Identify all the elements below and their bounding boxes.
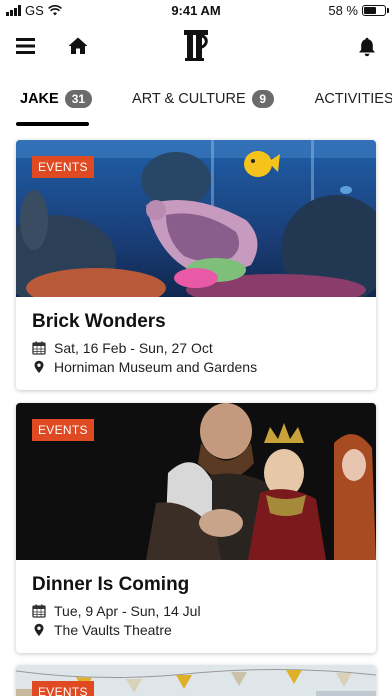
event-image: EVENTS bbox=[16, 403, 376, 560]
event-title: Brick Wonders bbox=[32, 311, 166, 332]
event-venue: The Vaults Theatre bbox=[54, 621, 172, 638]
active-tab-indicator bbox=[16, 122, 89, 126]
calendar-icon bbox=[32, 341, 46, 355]
event-card[interactable]: EVENTS bbox=[16, 665, 376, 696]
event-image: EVENTS bbox=[16, 140, 376, 297]
event-dates-row: Tue, 9 Apr - Sun, 14 Jul bbox=[32, 601, 360, 620]
event-title: Dinner Is Coming bbox=[32, 574, 190, 595]
status-bar: GS 9:41 AM 58 % bbox=[0, 0, 392, 22]
home-icon[interactable] bbox=[68, 37, 88, 55]
battery-percent: 58 % bbox=[328, 3, 358, 18]
tab-label: ACTIVITIES bbox=[314, 91, 392, 107]
card-body: Brick Wonders Sat, 16 Feb - Sun, 27 Oct … bbox=[16, 297, 376, 390]
location-pin-icon bbox=[34, 360, 44, 373]
calendar-icon bbox=[32, 604, 46, 618]
event-venue-row: Horniman Museum and Gardens bbox=[32, 357, 360, 376]
events-badge: EVENTS bbox=[32, 156, 94, 178]
event-venue: Horniman Museum and Gardens bbox=[54, 358, 258, 375]
event-dates: Tue, 9 Apr - Sun, 14 Jul bbox=[54, 602, 201, 619]
event-dates: Sat, 16 Feb - Sun, 27 Oct bbox=[54, 339, 213, 356]
event-dates-row: Sat, 16 Feb - Sun, 27 Oct bbox=[32, 338, 360, 357]
tab-label: ART & CULTURE bbox=[132, 91, 246, 107]
tab-jake[interactable]: JAKE 31 bbox=[20, 82, 93, 116]
tab-count-badge: 9 bbox=[251, 90, 274, 108]
events-badge: EVENTS bbox=[32, 681, 94, 696]
location-pin-icon bbox=[34, 623, 44, 636]
time-out-logo-icon[interactable] bbox=[184, 30, 208, 62]
status-right: 58 % bbox=[328, 3, 389, 18]
bell-icon[interactable] bbox=[358, 37, 376, 57]
card-body: Dinner Is Coming Tue, 9 Apr - Sun, 14 Ju… bbox=[16, 560, 376, 653]
app-header bbox=[0, 22, 392, 76]
tab-label: JAKE bbox=[20, 91, 59, 107]
hamburger-menu-icon[interactable] bbox=[16, 37, 36, 55]
event-card[interactable]: EVENTS Brick Wonders Sat, 16 Feb - Sun, … bbox=[16, 140, 376, 390]
events-badge: EVENTS bbox=[32, 419, 94, 441]
tab-count-badge: 31 bbox=[64, 90, 93, 108]
event-card[interactable]: EVENTS Dinner Is Coming Tue, 9 Apr - Sun… bbox=[16, 403, 376, 653]
tab-activities[interactable]: ACTIVITIES 6 bbox=[315, 82, 392, 116]
event-venue-row: The Vaults Theatre bbox=[32, 620, 360, 639]
tab-art-culture[interactable]: ART & CULTURE 9 bbox=[132, 82, 274, 116]
event-image: EVENTS bbox=[16, 665, 376, 696]
battery-icon bbox=[362, 5, 389, 16]
